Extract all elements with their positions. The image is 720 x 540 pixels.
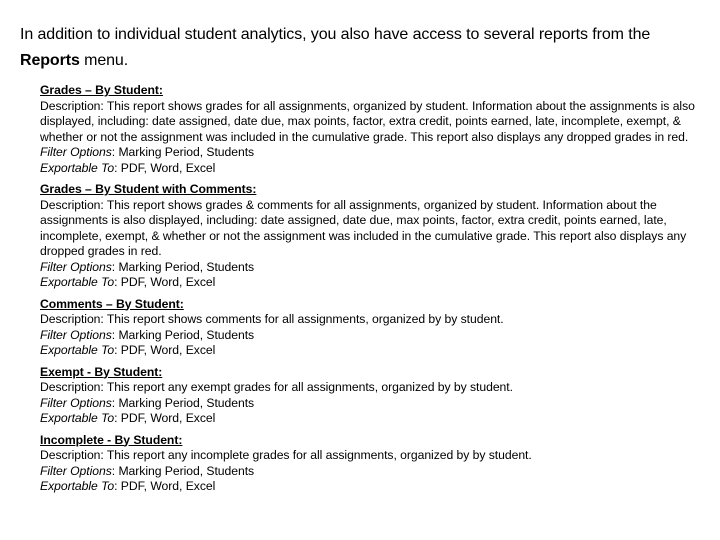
reports-menu-name: Reports <box>20 52 80 69</box>
filter-options-value: : Marking Period, Students <box>111 145 255 159</box>
exportable-to-line: Exportable To: PDF, Word, Excel <box>40 343 700 359</box>
filter-options-line: Filter Options: Marking Period, Students <box>40 396 700 412</box>
filter-options-value: : Marking Period, Students <box>111 327 255 342</box>
exportable-to-line: Exportable To: PDF, Word, Excel <box>40 275 700 291</box>
report-list: Grades – By Student: Description: This r… <box>40 83 700 501</box>
report-description: Description: This report shows grades & … <box>40 197 687 259</box>
report-item-grades-by-student: Grades – By Student: Description: This r… <box>40 83 700 176</box>
filter-options-label: Filter Options <box>40 145 112 159</box>
filter-options-line: Filter Options: Marking Period, Students <box>40 328 700 344</box>
report-item-exempt-by-student: Exempt - By Student: Description: This r… <box>40 365 700 427</box>
exportable-to-line: Exportable To: PDF, Word, Excel <box>40 411 700 427</box>
report-title: Comments – By Student: <box>40 296 184 311</box>
report-description: Description: This report shows comments … <box>40 312 504 326</box>
exportable-to-label: Exportable To <box>40 343 115 357</box>
exportable-to-value: : PDF, Word, Excel <box>114 343 216 357</box>
filter-options-value: : Marking Period, Students <box>111 259 255 274</box>
intro-text: In addition to individual student analyt… <box>20 26 651 43</box>
exportable-to-label: Exportable To <box>40 479 115 493</box>
intro-text-end: menu. <box>79 52 129 69</box>
report-item-grades-by-student-with-comments: Grades – By Student with Comments: Descr… <box>40 182 700 291</box>
report-title: Grades – By Student: <box>40 83 163 97</box>
filter-options-label: Filter Options <box>40 463 112 478</box>
filter-options-label: Filter Options <box>40 259 112 274</box>
report-description: Description: This report any exempt grad… <box>40 380 513 394</box>
exportable-to-line: Exportable To: PDF, Word, Excel <box>40 479 700 495</box>
report-title: Exempt - By Student: <box>40 364 163 379</box>
exportable-to-value: : PDF, Word, Excel <box>114 479 216 493</box>
report-description: Description: This report shows grades fo… <box>40 98 695 144</box>
report-item-comments-by-student: Comments – By Student: Description: This… <box>40 297 700 359</box>
exportable-to-line: Exportable To: PDF, Word, Excel <box>40 161 700 177</box>
exportable-to-value: : PDF, Word, Excel <box>114 275 216 289</box>
report-title: Grades – By Student with Comments: <box>40 182 257 196</box>
filter-options-value: : Marking Period, Students <box>111 463 255 478</box>
exportable-to-value: : PDF, Word, Excel <box>114 411 216 425</box>
filter-options-value: : Marking Period, Students <box>111 395 255 410</box>
intro-paragraph: In addition to individual student analyt… <box>20 22 710 74</box>
filter-options-line: Filter Options: Marking Period, Students <box>40 260 700 276</box>
report-description: Description: This report any incomplete … <box>40 448 532 462</box>
exportable-to-label: Exportable To <box>40 275 115 289</box>
filter-options-label: Filter Options <box>40 327 112 342</box>
exportable-to-value: : PDF, Word, Excel <box>114 160 216 175</box>
filter-options-line: Filter Options: Marking Period, Students <box>40 464 700 480</box>
exportable-to-label: Exportable To <box>40 411 115 425</box>
filter-options-line: Filter Options: Marking Period, Students <box>40 145 700 161</box>
filter-options-label: Filter Options <box>40 395 112 410</box>
report-title: Incomplete - By Student: <box>40 432 183 447</box>
report-item-incomplete-by-student: Incomplete - By Student: Description: Th… <box>40 433 700 495</box>
exportable-to-label: Exportable To <box>40 160 115 175</box>
